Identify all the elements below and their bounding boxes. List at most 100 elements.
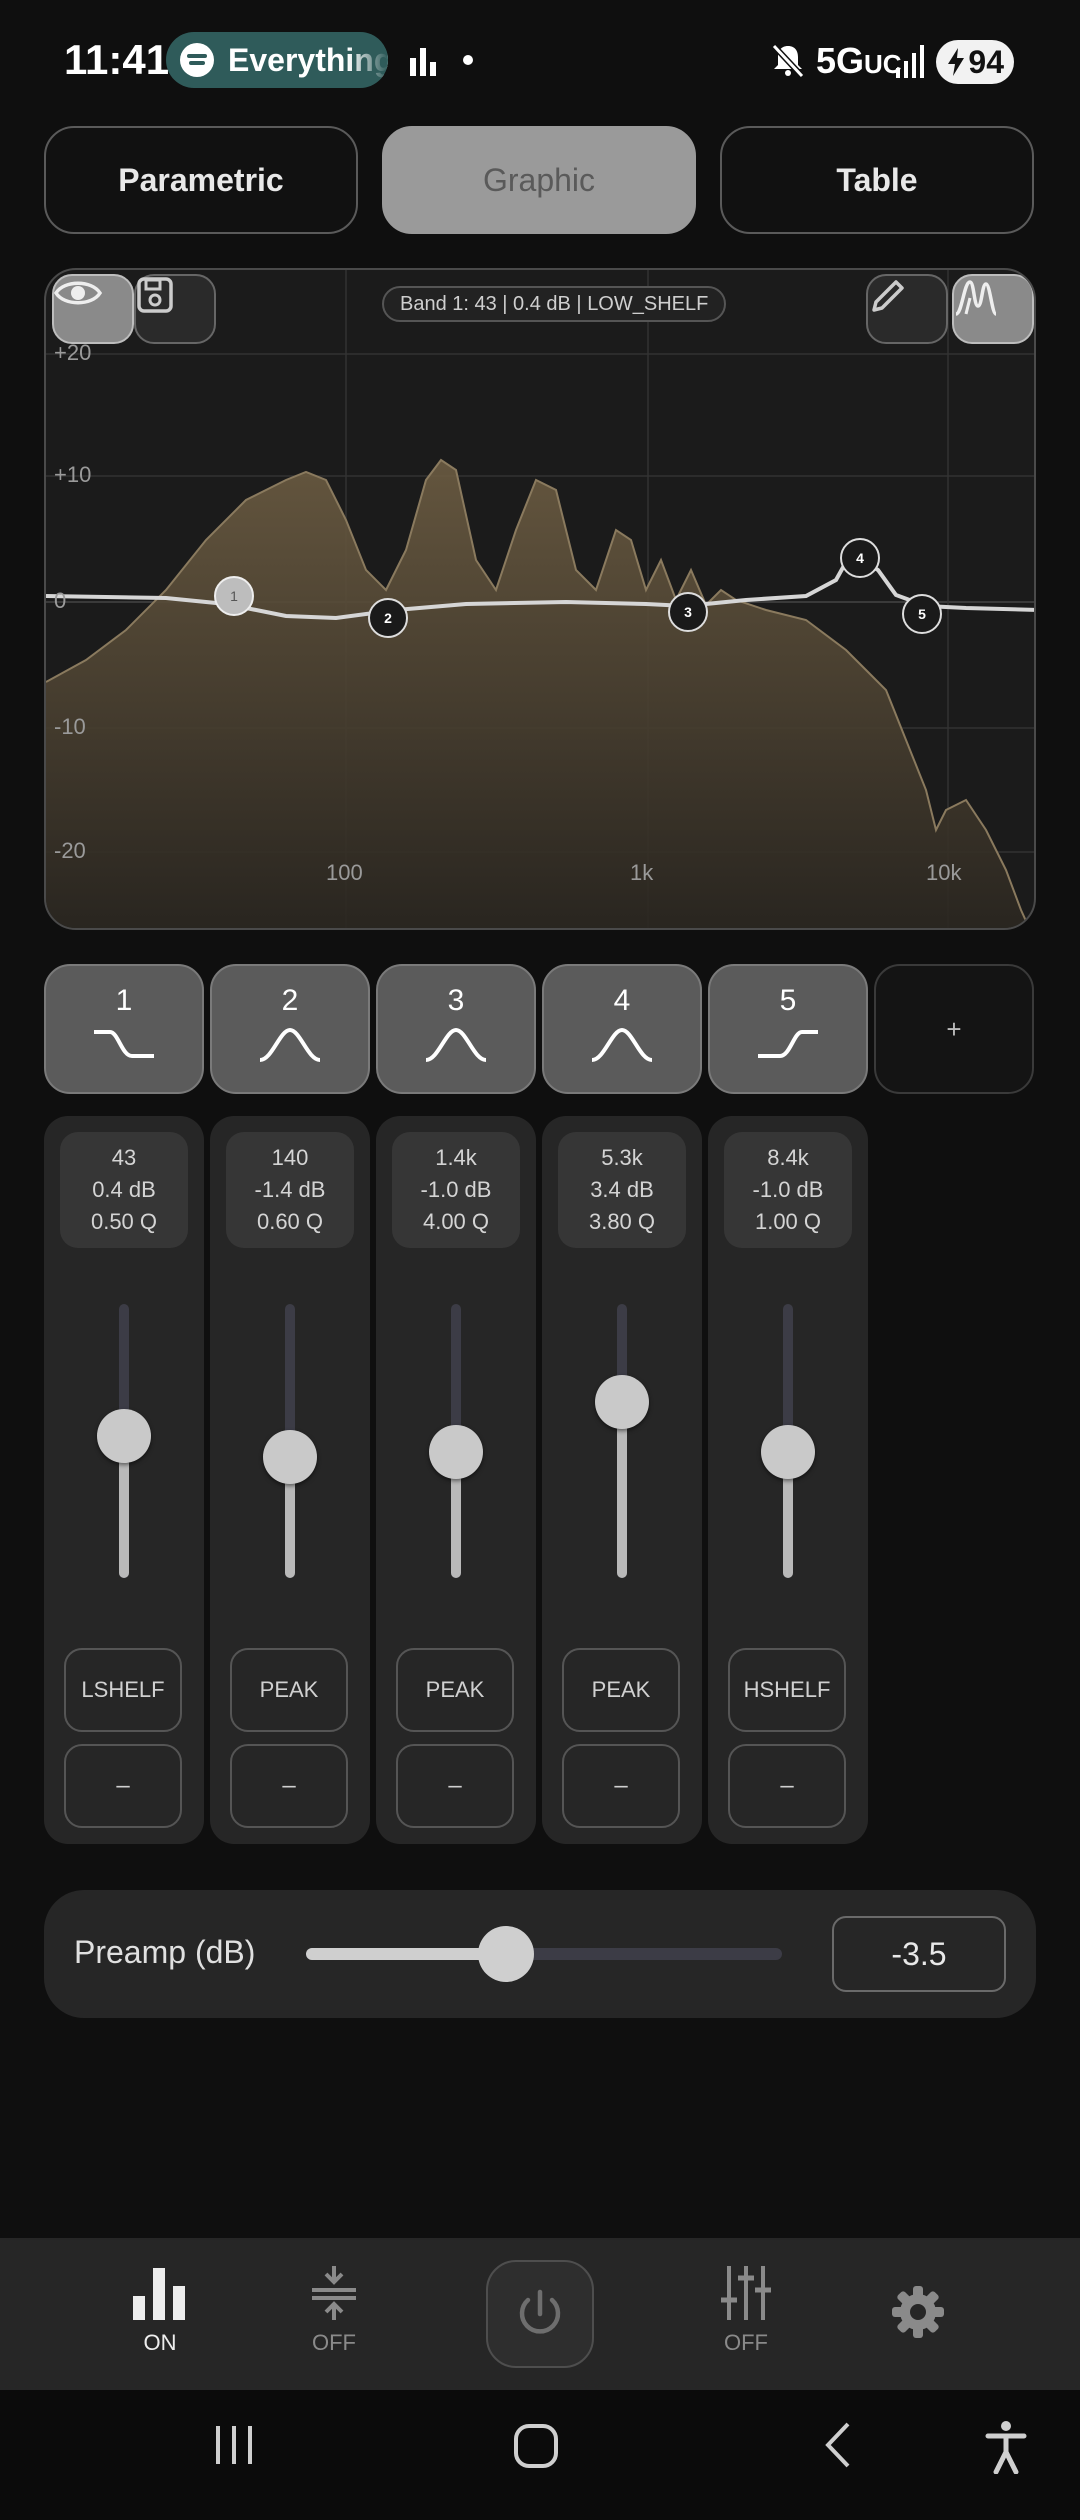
preamp-label: Preamp (dB) [74,1934,256,1970]
status-time: 11:41 [64,36,170,83]
signal-icon [896,45,924,78]
mixer-icon [721,2266,771,2320]
band-freq: 1.4k [435,1145,477,1170]
band-remove-button[interactable]: – [230,1744,348,1828]
accessibility-icon[interactable] [984,2420,1028,2474]
high-shelf-icon [758,1030,818,1058]
band-select-4[interactable]: 4 [542,964,702,1094]
band-node-2[interactable]: 2 [368,598,408,638]
equalizer-icon [133,2268,185,2320]
band-select-3[interactable]: 3 [376,964,536,1094]
band-remove-button[interactable]: – [64,1744,182,1828]
gain-slider-thumb[interactable] [263,1429,317,1484]
power-button[interactable] [486,2260,594,2368]
preamp-slider-thumb[interactable] [477,1926,534,1982]
band-node-1[interactable]: 1 [214,576,254,616]
band-values-4[interactable]: 5.3k 3.4 dB 3.80 Q [558,1132,686,1248]
band-gain: -1.0 dB [752,1177,824,1202]
band-remove-button[interactable]: – [396,1744,514,1828]
band-gain: -1.0 dB [420,1177,492,1202]
band-values-5[interactable]: 8.4k -1.0 dB 1.00 Q [724,1132,852,1248]
band-column-4: 5.3k 3.4 dB 3.80 Q PEAK – [542,1116,702,1844]
settings-icon [892,2286,944,2338]
tab-parametric[interactable]: Parametric [44,126,358,234]
mute-icon [771,43,805,78]
y-label-zero: 0 [54,588,67,613]
band-freq: 5.3k [601,1145,643,1170]
band-gain: 0.4 dB [92,1177,156,1202]
band-node-3[interactable]: 3 [668,592,708,632]
band-q: 3.80 Q [588,1209,656,1234]
mixer-status: OFF [724,2330,768,2355]
recent-apps-icon[interactable] [212,2420,256,2470]
compressor-icon [312,2266,356,2320]
x-label-10k: 10k [926,860,962,885]
filter-type-button[interactable]: PEAK [562,1648,680,1732]
band-values-1[interactable]: 43 0.4 dB 0.50 Q [60,1132,188,1248]
band-freq: 8.4k [767,1145,809,1170]
peak-icon [259,1027,321,1062]
save-icon [137,277,173,313]
bottom-toolbar: ON OFF OFF [0,2238,1080,2390]
band-select-5[interactable]: 5 [708,964,868,1094]
low-shelf-icon [94,1030,154,1058]
back-icon[interactable] [820,2420,856,2470]
filter-type-button[interactable]: PEAK [396,1648,514,1732]
spectrum-icon [955,280,998,316]
eq-graph[interactable]: +20 +10 0 -10 -20 100 1k 10k 1 2 3 4 5 B… [44,268,1036,930]
band-column-2: 140 -1.4 dB 0.60 Q PEAK – [210,1116,370,1844]
band-remove-button[interactable]: – [562,1744,680,1828]
band-freq: 43 [111,1145,137,1170]
band-column-3: 1.4k -1.0 dB 4.00 Q PEAK – [376,1116,536,1844]
y-label-minus10: -10 [54,714,86,739]
gain-slider-thumb[interactable] [429,1425,483,1480]
band-select-2[interactable]: 2 [210,964,370,1094]
battery-indicator: 94 [936,40,1014,84]
pencil-icon [872,280,904,312]
filter-type-button[interactable]: HSHELF [728,1648,846,1732]
equalizer-toggle[interactable]: ON [90,2238,230,2390]
home-icon[interactable] [512,2420,560,2470]
spectrum-toggle-button[interactable] [952,274,1034,344]
band-node-5[interactable]: 5 [902,594,942,634]
edit-button[interactable] [866,274,948,344]
band-remove-button[interactable]: – [728,1744,846,1828]
x-label-100: 100 [326,860,363,885]
gain-slider[interactable] [617,1304,627,1578]
band-values-3[interactable]: 1.4k -1.0 dB 4.00 Q [392,1132,520,1248]
save-button[interactable] [134,274,216,344]
add-band-button[interactable]: + [874,964,1034,1094]
tab-graphic[interactable]: Graphic [382,126,696,234]
filter-type-button[interactable]: LSHELF [64,1648,182,1732]
band-freq: 140 [271,1145,309,1170]
band-select-1[interactable]: 1 [44,964,204,1094]
settings-button[interactable] [848,2238,988,2390]
preamp-value-field[interactable]: -3.5 [832,1916,1006,1992]
band-values-2[interactable]: 140 -1.4 dB 0.60 Q [226,1132,354,1248]
compressor-toggle[interactable]: OFF [264,2238,404,2390]
mixer-toggle[interactable]: OFF [676,2238,816,2390]
toggle-visibility-button[interactable] [52,274,134,344]
gain-slider-thumb[interactable] [595,1375,649,1430]
system-nav-bar [0,2390,1080,2520]
band-q: 0.50 Q [90,1209,158,1234]
peak-icon [591,1027,653,1062]
preamp-slider[interactable] [306,1948,782,1960]
now-playing-chip[interactable]: Everything [166,32,388,88]
preamp-panel: Preamp (dB) -3.5 [44,1890,1036,2018]
band-gain: -1.4 dB [254,1177,326,1202]
tab-table[interactable]: Table [720,126,1034,234]
app-root: 11:41 Everything 5GUC 94 Parametric Grap… [0,0,1080,2520]
frequency-response-area [46,460,1030,928]
status-bar: 11:41 Everything 5GUC 94 [0,0,1080,120]
spotify-icon [180,43,214,77]
band-node-4[interactable]: 4 [840,538,880,578]
filter-type-button[interactable]: PEAK [230,1648,348,1732]
equalizer-status: ON [143,2330,177,2355]
compressor-status: OFF [312,2330,356,2355]
band-column-1: 43 0.4 dB 0.50 Q LSHELF – [44,1116,204,1844]
eq-graph-canvas [46,270,1034,928]
gain-slider-thumb[interactable] [761,1425,815,1480]
band-q: 1.00 Q [754,1209,822,1234]
gain-slider-thumb[interactable] [97,1409,151,1464]
